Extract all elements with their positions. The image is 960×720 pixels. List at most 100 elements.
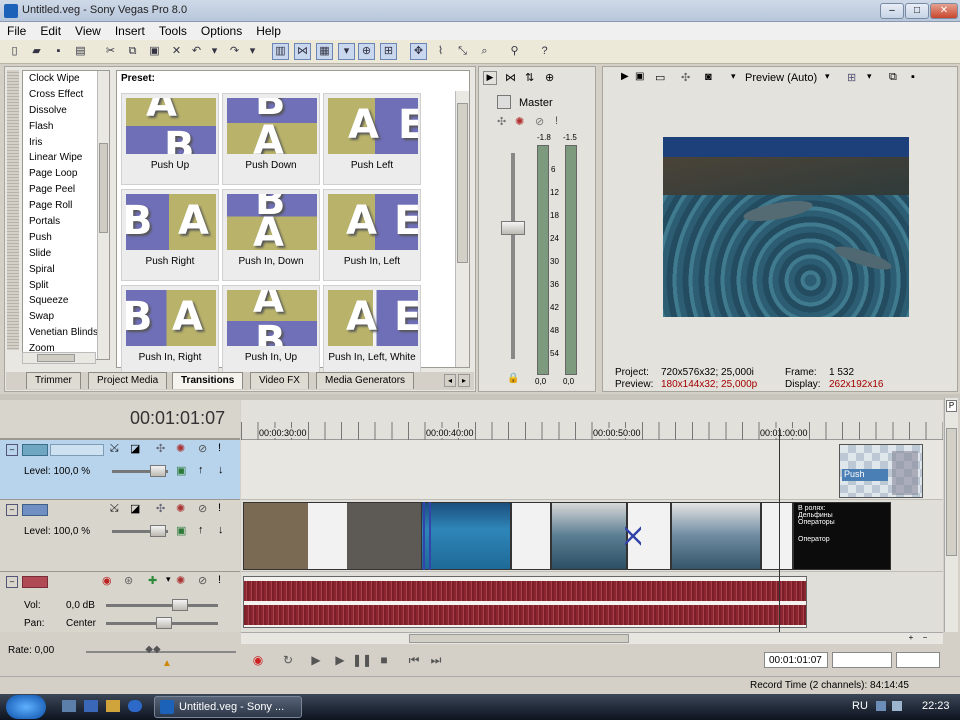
scroll-thumb[interactable] [946, 428, 957, 556]
go-to-end-icon[interactable]: ⏭ [426, 650, 446, 670]
menu-view[interactable]: View [68, 22, 108, 38]
track-motion-icon[interactable]: ⤩ [110, 502, 119, 515]
video-clip[interactable] [511, 502, 551, 570]
preset-push-in-right[interactable]: BA Push In, Right [121, 285, 219, 377]
fader-lock-icon[interactable]: 🔒 [507, 373, 519, 384]
overlays-dropdown-icon[interactable]: ▾ [867, 71, 872, 82]
scroll-thumb[interactable] [409, 634, 629, 643]
level-slider[interactable] [150, 525, 166, 537]
copy-icon[interactable]: ⧉ [124, 43, 141, 60]
preset-scrollbar[interactable] [455, 91, 469, 367]
video-track-2-lane[interactable]: В ролях: Дельфины Операторы Оператор [241, 500, 943, 572]
ripple-mode-icon[interactable]: ▾ [338, 43, 355, 60]
play-from-start-icon[interactable]: ▶ [306, 650, 326, 670]
audio-track-lane[interactable] [241, 572, 943, 632]
menu-help[interactable]: Help [249, 22, 288, 38]
snapping-icon[interactable]: ⋈ [294, 43, 311, 60]
title-clip[interactable]: В ролях: Дельфины Операторы Оператор [793, 502, 891, 570]
track-settings-icon[interactable]: ✺ [176, 502, 185, 515]
solo-icon[interactable]: ! [218, 442, 221, 454]
arm-record-icon[interactable]: ◉ [102, 574, 112, 587]
menu-options[interactable]: Options [194, 22, 249, 38]
show-desktop-icon[interactable] [62, 700, 76, 712]
video-clip[interactable] [551, 502, 627, 570]
marker-icon[interactable]: P [946, 400, 957, 412]
new-icon[interactable]: ▯ [6, 43, 23, 60]
copy-snapshot-icon[interactable]: ⧉ [889, 71, 897, 84]
envelope-edit-tool-icon[interactable]: ⌇ [432, 43, 449, 60]
compositing-icon[interactable]: ◪ [130, 442, 140, 455]
video-track-1-lane[interactable]: Push [241, 440, 943, 500]
delete-icon[interactable]: ✕ [168, 43, 185, 60]
make-parent-icon[interactable]: ↑ [198, 464, 204, 476]
selection-start-field[interactable] [832, 652, 892, 668]
mixer-settings-icon[interactable]: ✺ [515, 115, 524, 128]
video-clip[interactable] [761, 502, 793, 570]
preset-push-right[interactable]: BA Push Right [121, 189, 219, 281]
preview-mode-dropdown-icon[interactable]: ▾ [825, 71, 830, 82]
menu-file[interactable]: File [0, 22, 33, 38]
make-parent-icon[interactable]: ↑ [198, 524, 204, 536]
zoom-out-icon[interactable]: − [919, 633, 931, 643]
mixer-dim-icon[interactable]: ⇅ [525, 71, 534, 84]
mute-icon[interactable]: ⊘ [198, 502, 207, 515]
tray-volume-icon[interactable] [892, 701, 902, 711]
tab-video-fx[interactable]: Video FX [250, 372, 309, 389]
preview-fx-icon[interactable]: ✣ [681, 71, 690, 84]
rate-slider[interactable]: ◆◆ [142, 644, 164, 658]
mute-icon[interactable]: ⊘ [198, 442, 207, 455]
scroll-thumb[interactable] [99, 143, 108, 233]
menu-insert[interactable]: Insert [108, 22, 152, 38]
video-track-1-header[interactable]: – ⤩ ◪ ✣ ✺ ⊘ ! Level: 100,0 % ▣ ↑ ↓ [0, 440, 240, 500]
pan-slider[interactable] [156, 617, 172, 629]
video-clip[interactable] [243, 502, 423, 570]
undo-dropdown-icon[interactable]: ▾ [206, 43, 223, 60]
lock-envelopes-icon[interactable]: ⊕ [358, 43, 375, 60]
timeline-vscrollbar[interactable]: P [944, 398, 958, 632]
properties-icon[interactable]: ▤ [72, 43, 89, 60]
stop-icon[interactable]: ■ [374, 650, 394, 670]
auto-ripple-icon[interactable]: ▦ [316, 43, 333, 60]
timeline-hscrollbar[interactable]: + − [241, 632, 943, 644]
cut-icon[interactable]: ✂ [102, 43, 119, 60]
mixer-properties-icon[interactable]: ▶ [483, 71, 497, 85]
open-icon[interactable]: ▰ [28, 43, 45, 60]
preset-push-in-down[interactable]: BA Push In, Down [222, 189, 320, 281]
hscroll-thumb[interactable] [37, 354, 75, 362]
list-scrollbar[interactable] [97, 71, 109, 359]
render-icon[interactable]: ▥ [272, 43, 289, 60]
video-clip[interactable] [421, 502, 511, 570]
language-indicator[interactable]: RU [852, 700, 868, 712]
track-fx-icon[interactable]: ✣ [156, 502, 165, 515]
tabs-scroll-left-icon[interactable]: ◂ [444, 374, 456, 387]
undo-icon[interactable]: ↶ [188, 43, 205, 60]
maximize-button[interactable]: □ [905, 3, 929, 19]
go-to-start-icon[interactable]: ⏮ [404, 650, 424, 670]
minimize-button[interactable]: – [880, 3, 904, 19]
solo-icon[interactable]: ! [218, 574, 221, 586]
parent-composite-icon[interactable]: ▣ [176, 524, 186, 537]
paste-icon[interactable]: ▣ [146, 43, 163, 60]
parent-composite-icon[interactable]: ▣ [176, 464, 186, 477]
preview-properties-icon[interactable]: ▶ [621, 71, 629, 82]
redo-icon[interactable]: ↷ [226, 43, 243, 60]
selection-length-field[interactable] [896, 652, 940, 668]
taskbar-button-vegas[interactable]: Untitled.veg - Sony ... [154, 696, 302, 718]
record-icon[interactable]: ◉ [248, 650, 268, 670]
compositing-icon[interactable]: ◪ [130, 502, 140, 515]
preset-push-in-up[interactable]: AB Push In, Up [222, 285, 320, 377]
preview-external-icon[interactable]: ▣ [635, 71, 644, 82]
quicklaunch-ie-icon[interactable] [128, 700, 142, 712]
list-hscrollbar[interactable] [22, 352, 96, 364]
fx-dropdown-icon[interactable]: ▾ [166, 574, 171, 585]
zoom-in-icon[interactable]: + [905, 633, 917, 643]
loop-playback-icon[interactable]: ↻ [278, 650, 298, 670]
redo-dropdown-icon[interactable]: ▾ [244, 43, 261, 60]
menu-tools[interactable]: Tools [152, 22, 194, 38]
mixer-insert-bus-icon[interactable]: ⊕ [545, 71, 554, 84]
tab-project-media[interactable]: Project Media [88, 372, 168, 389]
tab-media-generators[interactable]: Media Generators [316, 372, 415, 389]
zoom-tool-icon[interactable]: ⌕ [476, 43, 493, 60]
overlays-icon[interactable]: ⊞ [847, 71, 856, 84]
window-grip[interactable] [7, 70, 19, 350]
